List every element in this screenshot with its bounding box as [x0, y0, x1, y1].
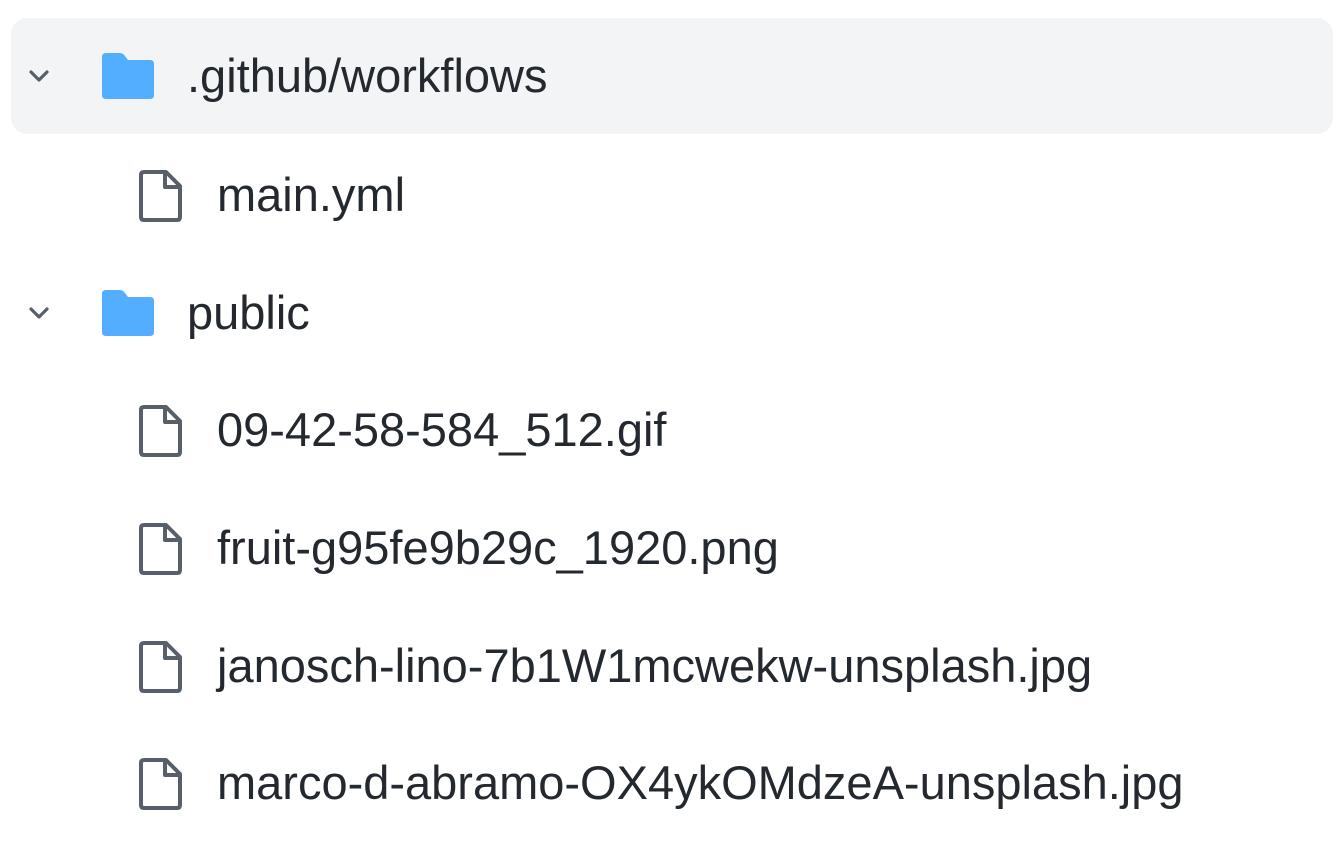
- tree-file-png[interactable]: fruit-g95fe9b29c_1920.png: [11, 490, 1333, 606]
- file-icon: [139, 523, 182, 575]
- file-tree: .github/workflows main.yml public 09-42-…: [0, 0, 1342, 842]
- file-icon: [139, 405, 182, 457]
- folder-icon: [102, 290, 154, 336]
- file-name: main.yml: [217, 168, 406, 221]
- tree-file-marco-jpg[interactable]: marco-d-abramo-OX4ykOMdzeA-unsplash.jpg: [11, 725, 1333, 841]
- chevron-down-icon[interactable]: [23, 297, 55, 329]
- folder-name: public: [187, 286, 310, 339]
- file-icon: [139, 170, 182, 222]
- file-name: 09-42-58-584_512.gif: [217, 403, 667, 456]
- tree-folder-public[interactable]: public: [11, 255, 1333, 371]
- tree-file-gif[interactable]: 09-42-58-584_512.gif: [11, 372, 1333, 488]
- chevron-down-icon[interactable]: [23, 60, 55, 92]
- file-icon: [139, 641, 182, 693]
- file-name: marco-d-abramo-OX4ykOMdzeA-unsplash.jpg: [217, 756, 1184, 809]
- tree-file-main-yml[interactable]: main.yml: [11, 137, 1333, 253]
- tree-file-janosch-jpg[interactable]: janosch-lino-7b1W1mcwekw-unsplash.jpg: [11, 608, 1333, 724]
- folder-icon: [102, 53, 154, 99]
- file-name: janosch-lino-7b1W1mcwekw-unsplash.jpg: [217, 639, 1093, 692]
- folder-name: .github/workflows: [187, 49, 548, 102]
- file-name: fruit-g95fe9b29c_1920.png: [217, 521, 779, 574]
- file-icon: [139, 758, 182, 810]
- tree-folder-github-workflows[interactable]: .github/workflows: [11, 18, 1333, 134]
